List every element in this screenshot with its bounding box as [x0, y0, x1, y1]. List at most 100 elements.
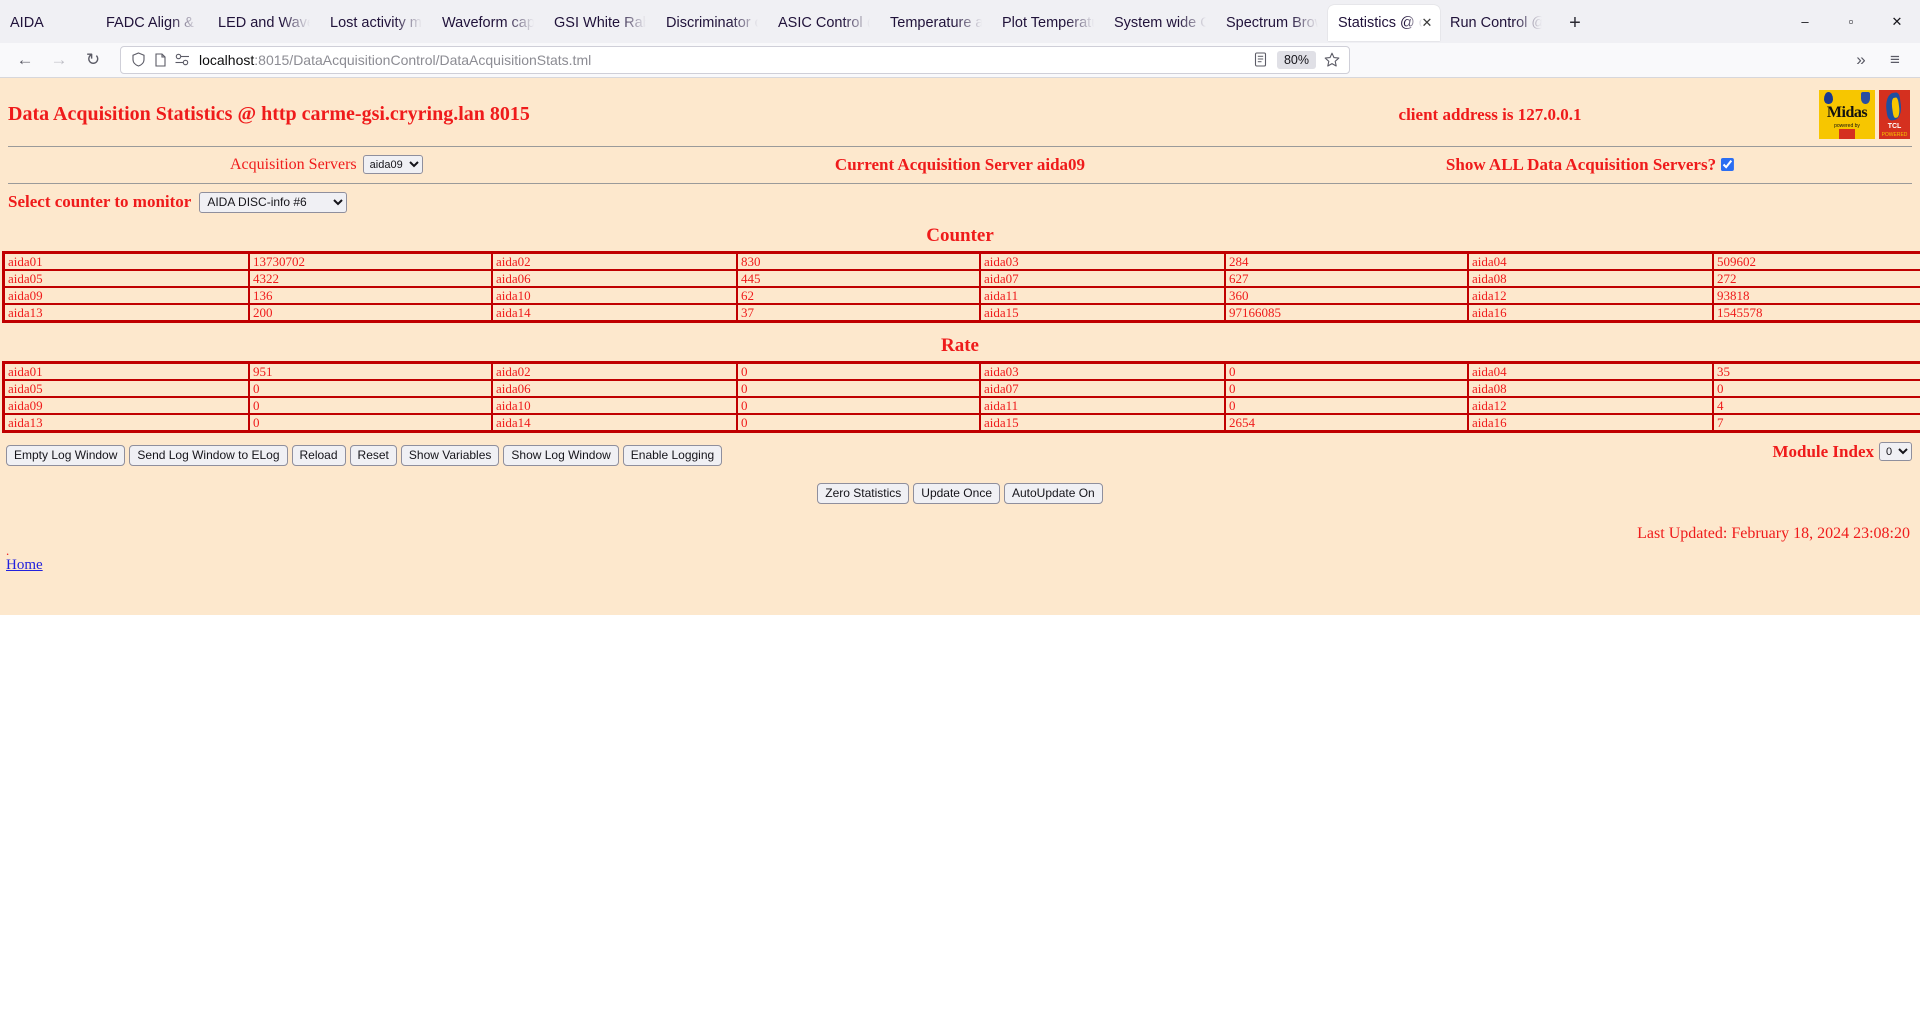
- browser-tab-7[interactable]: ASIC Control @: [768, 5, 880, 41]
- counter-select-label: Select counter to monitor: [8, 192, 192, 212]
- rate-name-cell: aida16: [1467, 412, 1714, 433]
- url-text: localhost:8015/DataAcquisitionControl/Da…: [199, 52, 1250, 68]
- rate-value-cell: 0: [736, 395, 981, 415]
- show-all-servers-checkbox[interactable]: [1721, 158, 1735, 172]
- permissions-icon[interactable]: [171, 50, 193, 70]
- plus-icon: +: [1569, 11, 1581, 34]
- rate-name-cell: aida08: [1467, 378, 1714, 398]
- tab-label: ASIC Control @: [778, 15, 870, 31]
- enable-logging-button[interactable]: Enable Logging: [622, 445, 723, 467]
- update-once-button[interactable]: Update Once: [913, 483, 1000, 505]
- browser-tab-2[interactable]: LED and Wavef: [208, 5, 320, 41]
- counter-value-cell: 62: [736, 285, 981, 305]
- url-bar[interactable]: localhost:8015/DataAcquisitionControl/Da…: [120, 45, 1350, 74]
- tab-label: Waveform capt: [442, 15, 534, 31]
- show-variables-button[interactable]: Show Variables: [400, 445, 500, 467]
- counter-value-cell: 93818: [1712, 285, 1920, 305]
- app-menu-button[interactable]: ≡: [1878, 45, 1912, 75]
- acquisition-servers-select[interactable]: aida09: [362, 155, 423, 175]
- counter-name-cell: aida04: [1467, 251, 1714, 271]
- rate-value-cell: 0: [248, 395, 493, 415]
- rate-name-cell: aida13: [2, 412, 250, 433]
- browser-tab-9[interactable]: Plot Temperatu: [992, 5, 1104, 41]
- zoom-level-badge[interactable]: 80%: [1276, 50, 1316, 69]
- tab-label: Discriminator co: [666, 15, 758, 31]
- acquisition-servers-label: Acquisition Servers: [230, 155, 357, 173]
- toolbar-right: » ≡: [1844, 45, 1912, 75]
- minimize-button[interactable]: –: [1782, 0, 1828, 43]
- counter-name-cell: aida12: [1467, 285, 1714, 305]
- home-link[interactable]: Home: [0, 557, 43, 574]
- new-tab-button[interactable]: +: [1558, 6, 1592, 40]
- browser-tab-10[interactable]: System wide Ch: [1104, 5, 1216, 41]
- tab-label: AIDA: [10, 15, 44, 31]
- acquisition-servers-group: Acquisition Servers aida09: [230, 155, 423, 175]
- module-index-select[interactable]: 0: [1879, 442, 1912, 462]
- counter-value-cell: 136: [248, 285, 493, 305]
- counter-name-cell: aida05: [2, 268, 250, 288]
- browser-tab-11[interactable]: Spectrum Brow: [1216, 5, 1328, 41]
- minimize-icon: –: [1801, 14, 1809, 29]
- rate-value-cell: 35: [1712, 361, 1920, 381]
- module-index-group: Module Index 0: [1772, 442, 1912, 462]
- browser-tab-0[interactable]: AIDA: [0, 5, 96, 41]
- browser-tab-6[interactable]: Discriminator co: [656, 5, 768, 41]
- counter-name-cell: aida14: [491, 302, 738, 323]
- autoupdate-on-button[interactable]: AutoUpdate On: [1004, 483, 1103, 505]
- current-server-label: Current Acquisition Server aida09: [834, 154, 1086, 174]
- back-button[interactable]: ←: [8, 45, 42, 75]
- rate-value-cell: 0: [736, 361, 981, 381]
- empty-log-window-button[interactable]: Empty Log Window: [6, 445, 126, 467]
- rate-name-cell: aida06: [491, 378, 738, 398]
- reader-view-icon[interactable]: [1250, 50, 1272, 70]
- module-index-label: Module Index: [1772, 441, 1874, 461]
- rate-value-cell: 0: [1224, 378, 1469, 398]
- page-blank-area: [0, 614, 1920, 1014]
- rate-value-cell: 0: [248, 412, 493, 433]
- rate-name-cell: aida02: [491, 361, 738, 381]
- browser-tab-5[interactable]: GSI White Rabb: [544, 5, 656, 41]
- rate-value-cell: 0: [736, 412, 981, 433]
- crest-left-icon: [1824, 91, 1833, 104]
- counter-value-cell: 200: [248, 302, 493, 323]
- zero-statistics-button[interactable]: Zero Statistics: [817, 483, 910, 505]
- daq-stats-document: Data Acquisition Statistics @ http carme…: [0, 77, 1920, 615]
- counter-section-title: Counter: [926, 224, 994, 246]
- browser-tab-1[interactable]: FADC Align & C: [96, 5, 208, 41]
- rate-name-cell: aida11: [979, 395, 1226, 415]
- browser-tab-3[interactable]: Lost activity mo: [320, 5, 432, 41]
- client-address-text: client address is 127.0.0.1: [1398, 104, 1582, 124]
- rate-value-cell: 0: [1712, 378, 1920, 398]
- tab-label: LED and Wavef: [218, 15, 310, 31]
- reset-button[interactable]: Reset: [349, 445, 397, 467]
- counter-name-cell: aida09: [2, 285, 250, 305]
- forward-button[interactable]: →: [42, 45, 76, 75]
- counter-value-cell: 360: [1224, 285, 1469, 305]
- rate-name-cell: aida05: [2, 378, 250, 398]
- reload-button[interactable]: Reload: [291, 445, 346, 467]
- last-updated-text: Last Updated: February 18, 2024 23:08:20: [1637, 524, 1910, 542]
- counter-select[interactable]: AIDA DISC-info #6: [199, 191, 348, 213]
- tab-label: Plot Temperatu: [1002, 15, 1094, 31]
- tab-label: Statistics @ c: [1338, 15, 1427, 31]
- browser-tab-4[interactable]: Waveform capt: [432, 5, 544, 41]
- show-log-window-button[interactable]: Show Log Window: [503, 445, 619, 467]
- close-window-button[interactable]: ✕: [1874, 0, 1920, 43]
- reload-button[interactable]: ↻: [76, 45, 110, 75]
- rate-name-cell: aida01: [2, 361, 250, 381]
- close-icon[interactable]: ✕: [1419, 15, 1435, 31]
- maximize-button[interactable]: ▫: [1828, 0, 1874, 43]
- star-icon[interactable]: [1321, 50, 1343, 70]
- logo-group: Midas powered by TCL POWERED: [1819, 89, 1910, 139]
- tab-label: System wide Ch: [1114, 15, 1206, 31]
- browser-tab-13[interactable]: Run Control @: [1440, 5, 1552, 41]
- browser-tab-8[interactable]: Temperature an: [880, 5, 992, 41]
- midas-wordmark: Midas: [1826, 103, 1868, 121]
- overflow-button[interactable]: »: [1844, 45, 1878, 75]
- counter-name-cell: aida08: [1467, 268, 1714, 288]
- browser-tab-statistics-active[interactable]: Statistics @ c ✕: [1328, 5, 1440, 41]
- rate-name-cell: aida10: [491, 395, 738, 415]
- log-button-row: Empty Log Window Send Log Window to ELog…: [0, 433, 1920, 469]
- crest-right-icon: [1861, 91, 1870, 104]
- send-log-window-to-elog-button[interactable]: Send Log Window to ELog: [129, 445, 288, 467]
